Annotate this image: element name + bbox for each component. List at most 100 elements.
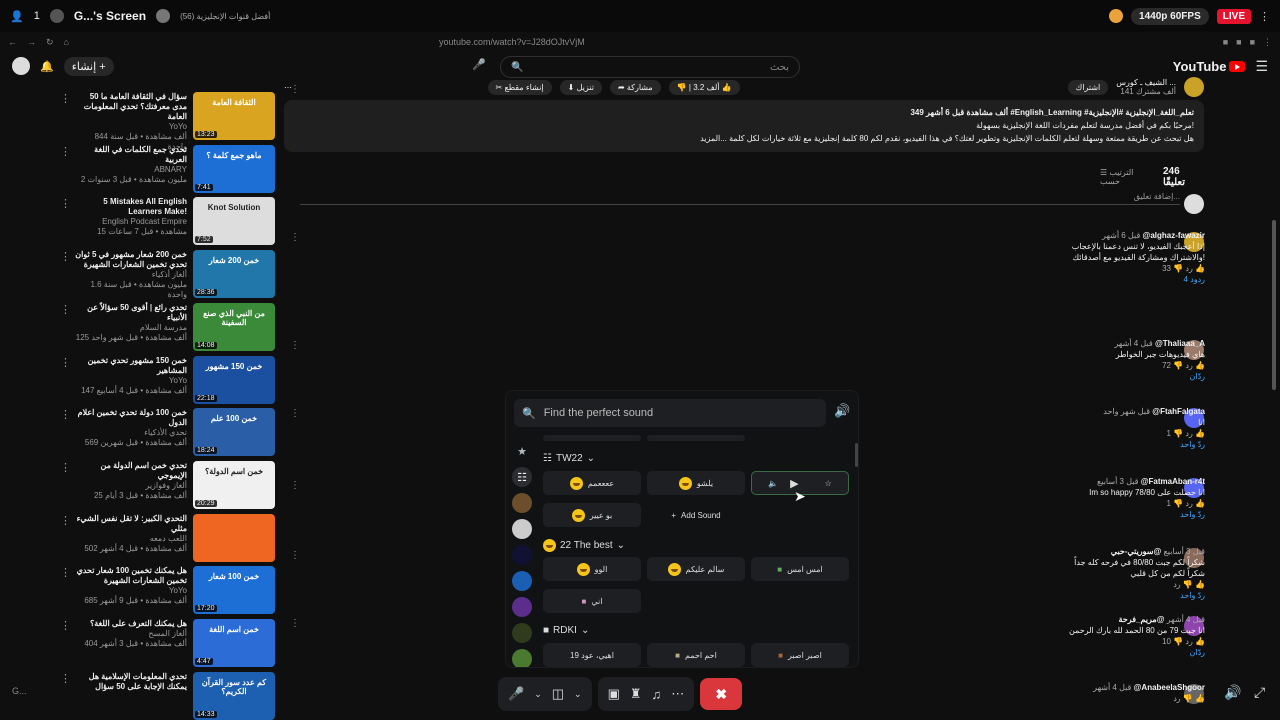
add-comment-field[interactable]: إضافة تعليق... xyxy=(300,192,1180,205)
video-channel[interactable]: ألغاز وفوازير xyxy=(74,481,187,491)
video-channel[interactable]: اللعب دمعه xyxy=(74,534,187,544)
video-title[interactable]: هل يمكنك تخمين 100 شعار تحدي تخمين الشعا… xyxy=(74,566,187,586)
video-thumbnail[interactable]: من النبي الذي صنع السفينة 14:08 xyxy=(193,302,275,351)
video-title[interactable]: خمن 150 مشهور تحدي تخمين المشاهير xyxy=(74,356,187,376)
comment-author[interactable]: @FatmaAban-r4t xyxy=(1141,477,1205,486)
add-sound-button[interactable]: + Add Sound xyxy=(647,503,745,527)
search-icon[interactable]: 🔍 xyxy=(511,62,523,73)
clip-button[interactable]: ✂ إنشاء مقطع xyxy=(487,79,552,95)
sound-button[interactable]: يلشو xyxy=(647,471,745,495)
sound-button[interactable]: ■ امس امس xyxy=(751,557,849,581)
replies-toggle[interactable]: ردّان xyxy=(1060,647,1205,658)
extension-icon[interactable]: ■ xyxy=(1223,37,1228,48)
volume-icon[interactable]: 🔊 xyxy=(834,403,850,419)
video-thumbnail[interactable]: خمن 150 مشهور 22:18 xyxy=(193,355,275,404)
sound-section-header[interactable]: 22 The best ⌄ xyxy=(543,539,625,552)
sound-search-input[interactable]: Find the perfect sound xyxy=(544,407,653,419)
more-icon[interactable]: ⋮ xyxy=(60,145,71,195)
video-title[interactable]: تحدي خمن اسم الدولة من الإيموجي xyxy=(74,461,187,481)
video-title[interactable]: تحدي رائع | أقوى 50 سؤالاً عن الأنبياء xyxy=(74,303,187,323)
more-icon[interactable]: ⋮ xyxy=(60,619,71,669)
create-button[interactable]: إنشاء + xyxy=(63,56,114,76)
browser-tab[interactable]: أفضل قنوات الإنجليزية (56) xyxy=(180,12,270,21)
more-icon[interactable]: ⋮ xyxy=(60,514,71,564)
video-channel[interactable]: YoYo xyxy=(74,586,187,596)
related-video-item[interactable]: ⋮ تحدي رائع | أقوى 50 سؤالاً عن الأنبياء م… xyxy=(60,302,275,353)
comment-author[interactable]: @alghaz-fawazir xyxy=(1143,231,1205,240)
page-scrollbar[interactable] xyxy=(1272,220,1276,390)
more-icon[interactable]: ⋮ xyxy=(60,250,71,300)
comment-author[interactable]: @AnabeelaShgoor xyxy=(1134,683,1205,692)
related-video-item[interactable]: ⋮ تحدي المعلومات الإسلامية هل يمكنك الإجا… xyxy=(60,671,275,720)
camera-off-icon[interactable]: ◫ xyxy=(552,686,564,702)
favorite-star-icon[interactable]: ☆ xyxy=(825,479,832,488)
menu-icon[interactable]: ⋮ xyxy=(1263,37,1272,48)
sound-button[interactable]: الوو xyxy=(543,557,641,581)
video-title[interactable]: خمن 200 شعار مشهور في 5 ثوان تحدي تخمين … xyxy=(74,250,187,270)
video-title[interactable]: التحدي الكبير: لا تقل نفس الشيء مثلي xyxy=(74,514,187,534)
replies-toggle[interactable]: 4 ردود xyxy=(1060,274,1205,285)
panel-scrollbar[interactable] xyxy=(855,443,858,467)
comment-menu-icon[interactable]: ⋮ xyxy=(290,340,300,351)
replies-toggle[interactable]: ردّ واحد xyxy=(1060,509,1205,520)
related-video-item[interactable]: ⋮ تحدي جمع الكلمات في اللغة العربية ABNARY… xyxy=(60,144,275,195)
more-icon[interactable]: ⋮ xyxy=(60,672,71,720)
video-channel[interactable]: ABNARY xyxy=(74,165,187,175)
server-icon[interactable] xyxy=(512,623,532,643)
server-icon[interactable]: ☷ xyxy=(512,467,532,487)
channel-name[interactable]: الشيف ـ كورس ... xyxy=(1116,78,1176,87)
video-channel[interactable]: مدرسة السلام xyxy=(74,323,187,333)
video-channel[interactable]: ألغاز المسح xyxy=(74,629,187,639)
comment-menu-icon[interactable]: ⋮ xyxy=(290,480,300,491)
more-icon[interactable]: ⋮ xyxy=(60,408,71,458)
video-title[interactable]: تحدي المعلومات الإسلامية هل يمكنك الإجاب… xyxy=(74,672,187,692)
comment-menu-icon[interactable]: ⋮ xyxy=(290,232,300,243)
sound-search-box[interactable]: 🔍 Find the perfect sound xyxy=(514,399,826,427)
more-icon[interactable]: ⋮ xyxy=(60,356,71,406)
comment-author[interactable]: @FtahFalgata xyxy=(1152,407,1205,416)
video-thumbnail[interactable]: الثقافة العامة 13:23 xyxy=(193,92,275,140)
sort-button[interactable]: ☰ الترتيب حسب xyxy=(1100,168,1155,186)
server-icon[interactable] xyxy=(512,545,532,565)
video-description[interactable]: 349 ألف مشاهدة قبل 6 أشهر #English_Learn… xyxy=(284,100,1204,152)
more-icon[interactable]: ⋮ xyxy=(60,303,71,353)
related-video-item[interactable]: ⋮ خمن 100 دولة تحدي تخمين اعلام الدول تحدي… xyxy=(60,408,275,458)
channel-avatar[interactable] xyxy=(1184,77,1204,97)
extension-icon[interactable]: ■ xyxy=(1250,37,1255,48)
like-button[interactable]: 👎 | 3.2 ألف 👍 xyxy=(668,79,740,95)
comment-menu-icon[interactable]: ⋮ xyxy=(290,550,300,561)
video-channel[interactable]: تحدي الأذكياء xyxy=(74,428,187,438)
related-video-item[interactable]: ⋮ تحدي خمن اسم الدولة من الإيموجي ألغاز وف… xyxy=(60,460,275,511)
replies-toggle[interactable]: ردّان xyxy=(1060,371,1205,382)
microphone-icon[interactable]: 🎤 xyxy=(508,686,524,702)
comment-author[interactable]: @سوريتي-حبي xyxy=(1111,547,1162,556)
favorites-star-icon[interactable]: ★ xyxy=(512,441,532,461)
more-icon[interactable]: ⋮ xyxy=(60,461,71,511)
video-thumbnail[interactable]: كم عدد سور القرآن الكريم؟ 14:33 xyxy=(193,671,275,720)
video-thumbnail[interactable]: خمن اسم الدولة؟ 20:29 xyxy=(193,460,275,509)
video-channel[interactable]: YoYo xyxy=(74,122,187,132)
account-avatar[interactable] xyxy=(12,57,30,75)
chevron-down-icon[interactable]: ⌄ xyxy=(534,689,542,700)
volume-icon[interactable]: 🔊 xyxy=(1224,684,1241,701)
url-field[interactable]: youtube.com/watch?v=J28dOJtvVjM xyxy=(439,37,585,47)
related-video-item[interactable]: ⋮ هل يمكنك التعرف على اللغة؟ ألغاز المسح 40… xyxy=(60,619,275,669)
forward-icon[interactable]: → xyxy=(27,37,36,47)
sound-button[interactable]: اهيي، عود 19 xyxy=(543,643,641,667)
sound-button[interactable]: ■ اني xyxy=(543,589,641,613)
video-thumbnail[interactable]: خمن 100 شعار 17:20 xyxy=(193,566,275,615)
screen-share-icon[interactable]: ▣ xyxy=(608,686,620,702)
related-video-item[interactable]: ⋮ 50 سؤال في الثقافة العامة ما مدى معرفتك… xyxy=(60,92,275,151)
subscribe-button[interactable]: اشتراك xyxy=(1067,79,1109,95)
search-box[interactable]: 🔍 بحث xyxy=(500,56,800,78)
more-icon[interactable]: ⋮ xyxy=(60,566,71,616)
video-title[interactable]: خمن 100 دولة تحدي تخمين اعلام الدول xyxy=(74,408,187,428)
video-title[interactable]: هل يمكنك التعرف على اللغة؟ xyxy=(74,619,187,629)
video-channel[interactable]: ألغاز أذكياء xyxy=(74,270,187,280)
server-icon[interactable] xyxy=(512,571,532,591)
related-video-item[interactable]: ⋮ خمن 200 شعار مشهور في 5 ثوان تحدي تخمين… xyxy=(60,250,275,300)
sound-button[interactable]: سالم عليكم xyxy=(647,557,745,581)
comment-menu-icon[interactable]: ⋮ xyxy=(290,408,300,419)
back-icon[interactable]: ← xyxy=(8,37,17,47)
related-video-item[interactable]: ⋮ هل يمكنك تخمين 100 شعار تحدي تخمين الشع… xyxy=(60,566,275,616)
